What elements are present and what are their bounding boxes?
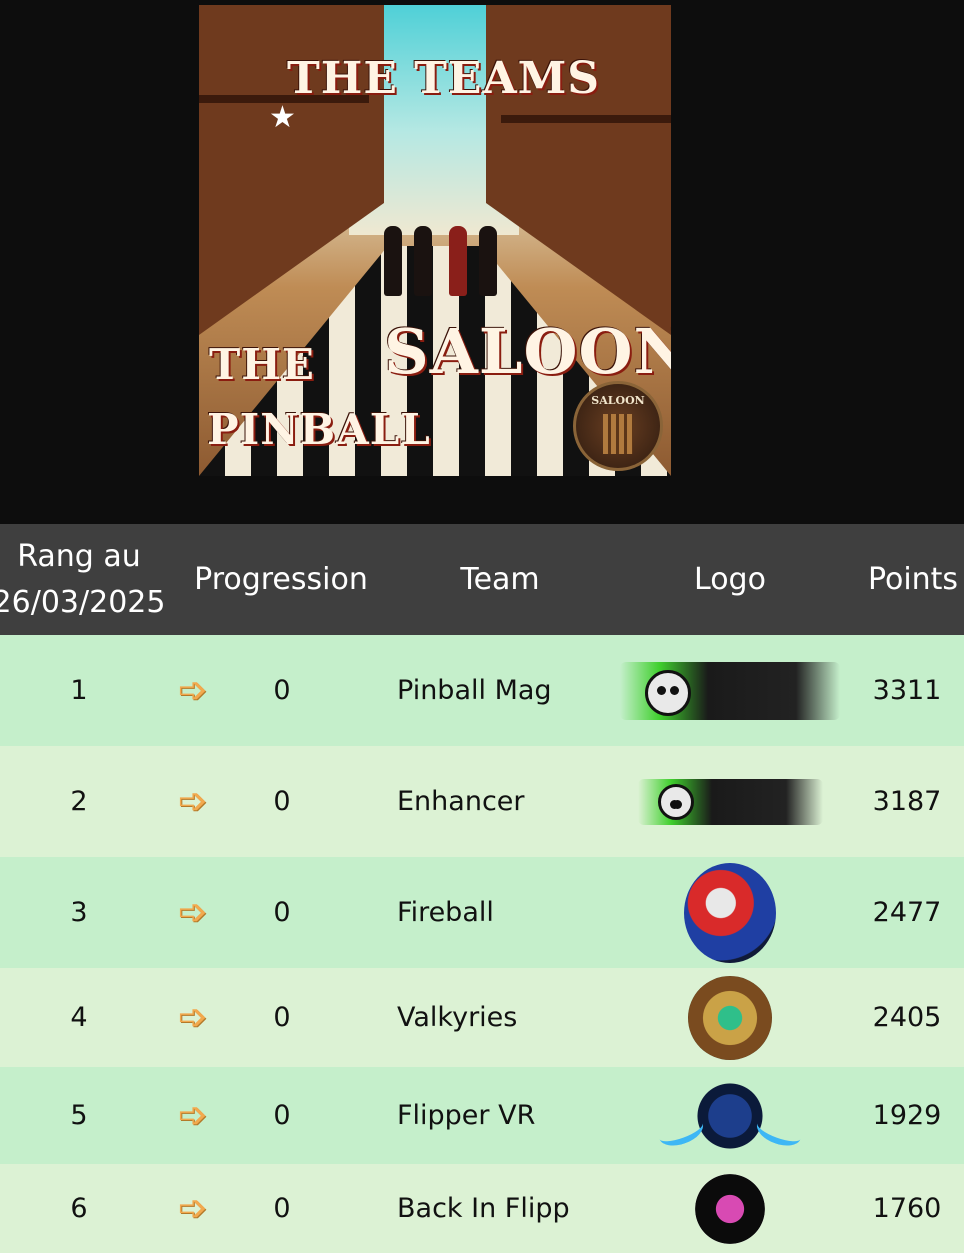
logo-image (688, 975, 772, 1060)
header-team: Team (460, 561, 540, 597)
poster-figure (479, 226, 497, 296)
right-arrow-icon: ➩ (177, 996, 209, 1038)
poster-figure (384, 226, 402, 296)
team-cell: Flipper VR (397, 1100, 536, 1131)
team-cell: Enhancer (397, 786, 525, 817)
progression-cell: 0 (273, 1100, 291, 1131)
back-in-flipp-logo (615, 1164, 845, 1253)
rank-cell: 4 (70, 1002, 88, 1033)
team-cell: Fireball (397, 897, 494, 928)
header-rank-line1: Rang au (17, 538, 141, 574)
points-cell: 2405 (872, 1002, 942, 1033)
header-progression: Progression (194, 561, 368, 597)
logo-image (684, 862, 776, 963)
points-cell: 1760 (872, 1193, 942, 1224)
poster-title-saloon: SALOON (384, 315, 671, 388)
points-cell: 3187 (872, 786, 942, 817)
poster-title-the: THE (209, 340, 315, 389)
ranking-table: Rang au 26/03/2025 Progression Team Logo… (0, 524, 964, 1253)
skull-icon (657, 783, 694, 820)
right-arrow-icon: ➩ (177, 669, 209, 711)
right-arrow-icon: ➩ (177, 891, 209, 933)
banner-area: ★ THE TEAMS THE SALOON PINBALL SALOON (0, 0, 964, 524)
points-cell: 2477 (872, 897, 942, 928)
table-row: 2 ➩ 0 Enhancer 3187 (0, 746, 964, 857)
rank-cell: 5 (70, 1100, 88, 1131)
team-cell: Valkyries (397, 1002, 518, 1033)
rank-cell: 3 (70, 897, 88, 928)
progression-cell: 0 (273, 786, 291, 817)
header-logo: Logo (694, 561, 766, 597)
header-rank-line2: 26/03/2025 (0, 584, 166, 620)
right-arrow-icon: ➩ (177, 780, 209, 822)
poster-balcony (501, 115, 671, 123)
rank-cell: 6 (70, 1193, 88, 1224)
saloon-door-icon (603, 414, 633, 454)
table-row: 6 ➩ 0 Back In Flipp 1760 (0, 1164, 964, 1253)
poster-title-pinball: PINBALL (207, 405, 431, 454)
poster-title-top: THE TEAMS (287, 53, 601, 104)
header-points: Points (867, 561, 959, 597)
team-cell: Back In Flipp (397, 1193, 570, 1224)
logo-image (637, 778, 823, 825)
logo-image (692, 1077, 768, 1154)
table-row: 5 ➩ 0 Flipper VR 1929 (0, 1067, 964, 1164)
header-rank: Rang au 26/03/2025 (0, 524, 165, 635)
table-header: Rang au 26/03/2025 Progression Team Logo… (0, 524, 964, 635)
pinball-mag-logo (615, 635, 845, 746)
team-enhancer-logo (615, 746, 845, 857)
right-arrow-icon: ➩ (177, 1094, 209, 1136)
logo-image (695, 1173, 765, 1244)
valkyrie-logo (615, 968, 845, 1067)
table-row: 3 ➩ 0 Fireball 2477 (0, 857, 964, 968)
rank-cell: 2 (70, 786, 88, 817)
fireball-logo (615, 857, 845, 968)
progression-cell: 0 (273, 897, 291, 928)
saloon-badge-logo: SALOON (573, 381, 663, 471)
points-cell: 1929 (872, 1100, 942, 1131)
rank-cell: 1 (70, 675, 88, 706)
progression-cell: 0 (273, 1193, 291, 1224)
skull-icon (645, 669, 691, 716)
table-row: 4 ➩ 0 Valkyries 2405 (0, 968, 964, 1067)
team-cell: Pinball Mag (397, 675, 552, 706)
star-icon: ★ (269, 100, 296, 135)
right-arrow-icon: ➩ (177, 1187, 209, 1229)
progression-cell: 0 (273, 675, 291, 706)
table-row: 1 ➩ 0 Pinball Mag 3311 (0, 635, 964, 746)
saloon-badge-text: SALOON (591, 394, 645, 407)
poster-figure (449, 226, 467, 296)
points-cell: 3311 (872, 675, 942, 706)
logo-image (620, 661, 840, 720)
flipper-vr-logo (615, 1067, 845, 1164)
progression-cell: 0 (273, 1002, 291, 1033)
saloon-poster-image: ★ THE TEAMS THE SALOON PINBALL SALOON (199, 5, 671, 476)
poster-figure (414, 226, 432, 296)
